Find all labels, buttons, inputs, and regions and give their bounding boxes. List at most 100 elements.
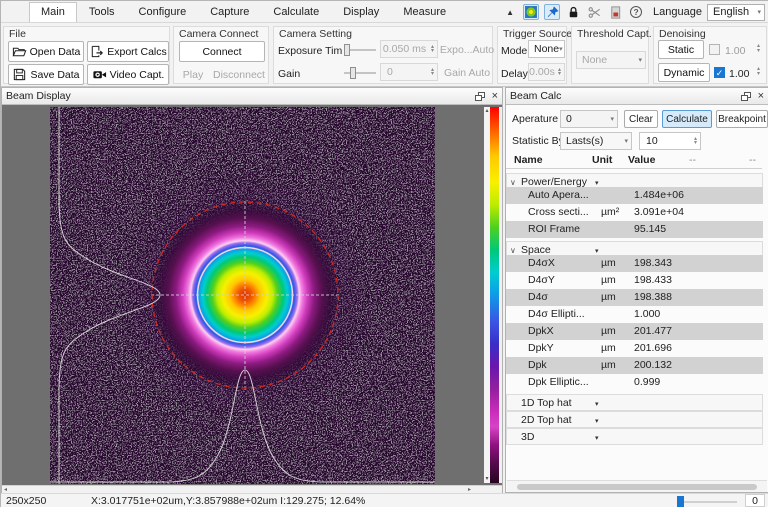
static-denoise-spinner[interactable]: ▴▾ — [754, 44, 763, 53]
col-name[interactable]: Name — [514, 154, 543, 166]
measurement-unit: µm — [601, 323, 616, 340]
save-data-button[interactable]: Save Data — [8, 64, 84, 85]
gain-field[interactable]: 0 ▴▾ — [380, 63, 438, 81]
exposure-slider[interactable] — [344, 44, 376, 56]
group-dropdown-icon[interactable]: ▾ — [595, 430, 599, 447]
col-unit[interactable]: Unit — [592, 154, 612, 166]
exposure-label: Exposure Tim — [278, 45, 342, 57]
disconnect-button[interactable]: Disconnect — [210, 64, 268, 85]
table-group-row[interactable]: 2D Top hat▾ — [506, 411, 763, 428]
play-button[interactable]: Play — [179, 64, 207, 85]
export-calcs-button[interactable]: Export Calcs — [87, 41, 169, 62]
tab-display[interactable]: Display — [331, 2, 391, 22]
tab-measure[interactable]: Measure — [391, 2, 458, 22]
col-value[interactable]: Value — [628, 154, 655, 166]
static-denoise-checkbox[interactable] — [709, 44, 720, 55]
pin-icon[interactable] — [544, 4, 560, 20]
beam-calc-hscrollbar[interactable] — [507, 480, 767, 492]
measurement-value: 198.343 — [634, 255, 672, 272]
table-data-row[interactable]: DpkXµm201.477 — [506, 323, 763, 340]
beam-display-panel: Beam Display × — [1, 87, 503, 493]
calculate-button[interactable]: Calculate — [662, 110, 712, 128]
col-extra-1[interactable]: -- — [689, 154, 696, 166]
close-panel-icon[interactable]: × — [758, 92, 764, 101]
table-data-row[interactable]: Auto Apera... 1.484e+06 — [506, 187, 763, 204]
static-denoise-button[interactable]: Static — [658, 40, 704, 59]
scissors-icon[interactable] — [586, 4, 602, 20]
tab-tools[interactable]: Tools — [77, 2, 127, 22]
connect-button[interactable]: Connect — [179, 41, 265, 62]
measurement-unit: µm — [601, 272, 616, 289]
floppy-disk-icon — [12, 67, 27, 82]
group-camera-connect: Camera Connect Connect Play Disconnect — [173, 26, 269, 84]
app-window: Main Tools Configure Capture Calculate D… — [0, 0, 768, 507]
chevron-down-icon: ▾ — [638, 56, 642, 64]
measurement-name: D4σ — [528, 289, 548, 306]
dynamic-denoise-checkbox[interactable]: ✓ — [714, 67, 725, 78]
table-data-row[interactable]: Dpkµm200.132 — [506, 357, 763, 374]
dynamic-denoise-spinner[interactable]: ▴▾ — [754, 67, 763, 76]
colormap-display-icon[interactable] — [523, 4, 539, 20]
measurement-value: 3.091e+04 — [634, 204, 684, 221]
status-slider[interactable] — [677, 496, 737, 507]
breakpoint-button[interactable]: Breakpoint — [716, 110, 768, 128]
slider-handle[interactable] — [677, 496, 684, 507]
exposure-auto-button[interactable]: Expo...Auto — [442, 40, 492, 59]
statistic-by-select[interactable]: Lasts(s)▾ — [560, 132, 632, 150]
tab-configure[interactable]: Configure — [127, 2, 199, 22]
tab-main[interactable]: Main — [29, 2, 77, 22]
trigger-mode-select[interactable]: None▾ — [528, 40, 565, 58]
help-icon[interactable]: ? — [628, 4, 644, 20]
table-data-row[interactable]: D4σ Ellipti... 1.000 — [506, 306, 763, 323]
float-panel-icon[interactable] — [475, 92, 485, 101]
beam-calc-panel: Beam Calc × Aperature 0▾ Clear Calculate… — [505, 87, 768, 493]
language-select[interactable]: English ▾ — [707, 4, 765, 21]
tab-calculate[interactable]: Calculate — [261, 2, 331, 22]
table-data-row[interactable]: Dpk Elliptic...0.999 — [506, 374, 763, 391]
table-group-row[interactable]: 3D▾ — [506, 428, 763, 445]
close-panel-icon[interactable]: × — [492, 92, 498, 101]
table-data-row[interactable]: ROI Frame95.145 — [506, 221, 763, 238]
threshold-select[interactable]: None▾ — [576, 51, 646, 69]
scrollbar-thumb[interactable] — [517, 484, 757, 490]
chevron-down-icon: ▾ — [757, 8, 761, 16]
video-camera-icon — [92, 67, 107, 82]
collapse-ribbon-icon[interactable]: ▲ — [502, 4, 518, 20]
trigger-delay-field[interactable]: 0.00s ▴▾ — [528, 63, 565, 81]
exposure-time-field[interactable]: 0.050 ms ▴▾ — [380, 40, 438, 58]
status-slider-value: 0 — [745, 494, 765, 507]
open-data-button[interactable]: Open Data — [8, 41, 84, 62]
measurement-value: 1.000 — [634, 306, 660, 323]
table-data-row[interactable]: D4σXµm198.343 — [506, 255, 763, 272]
measurement-unit: µm — [601, 255, 616, 272]
float-panel-icon[interactable] — [741, 92, 751, 101]
table-data-row[interactable]: DpkYµm201.696 — [506, 340, 763, 357]
table-group-row[interactable]: 1D Top hat▾ — [506, 394, 763, 411]
clear-button[interactable]: Clear — [624, 110, 658, 128]
group-camera-connect-title: Camera Connect — [179, 28, 258, 40]
measurement-name: Auto Apera... — [528, 187, 589, 204]
beam-display-header: Beam Display × — [2, 88, 502, 105]
table-data-row[interactable]: D4σYµm198.433 — [506, 272, 763, 289]
tab-capture[interactable]: Capture — [198, 2, 261, 22]
beam-image[interactable] — [50, 107, 435, 484]
group-file-title: File — [9, 28, 26, 40]
group-threshold: Threshold Capt. None▾ — [571, 26, 649, 84]
aperture-select[interactable]: 0▾ — [560, 110, 618, 128]
gain-auto-button[interactable]: Gain Auto — [442, 63, 492, 82]
report-document-icon[interactable] — [607, 4, 623, 20]
dynamic-denoise-button[interactable]: Dynamic — [658, 63, 710, 82]
mode-label: Mode — [501, 45, 527, 57]
measurement-value: 1.484e+06 — [634, 187, 684, 204]
statistic-count-field[interactable]: 10 ▴▾ — [639, 132, 701, 150]
group-name: 2D Top hat — [521, 412, 572, 429]
measurement-name: D4σ Ellipti... — [528, 306, 585, 323]
video-capture-button[interactable]: Video Capt. — [87, 64, 169, 85]
group-denoising-title: Denoising — [659, 28, 706, 40]
lock-icon[interactable] — [565, 4, 581, 20]
table-data-row[interactable]: Cross secti...µm²3.091e+04 — [506, 204, 763, 221]
beam-display-body: ▴ ▾ — [2, 105, 502, 485]
col-extra-2[interactable]: -- — [749, 154, 756, 166]
table-data-row[interactable]: D4σµm198.388 — [506, 289, 763, 306]
gain-slider[interactable] — [344, 67, 376, 79]
